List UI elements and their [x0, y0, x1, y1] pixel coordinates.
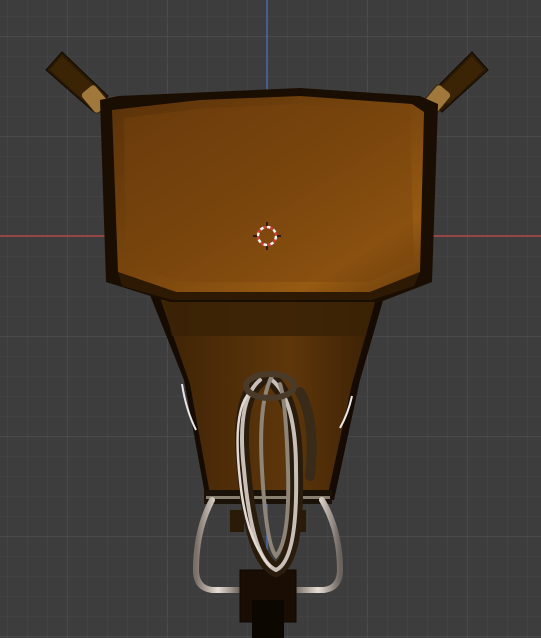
- left-clamp: [230, 510, 244, 532]
- center-stem-bar: [252, 600, 284, 638]
- 3d-viewport[interactable]: [0, 0, 541, 638]
- main-body-face: [124, 104, 414, 282]
- bottom-plate-highlight: [206, 496, 330, 499]
- viewport-canvas[interactable]: [0, 0, 541, 638]
- funnel-band: [164, 302, 372, 336]
